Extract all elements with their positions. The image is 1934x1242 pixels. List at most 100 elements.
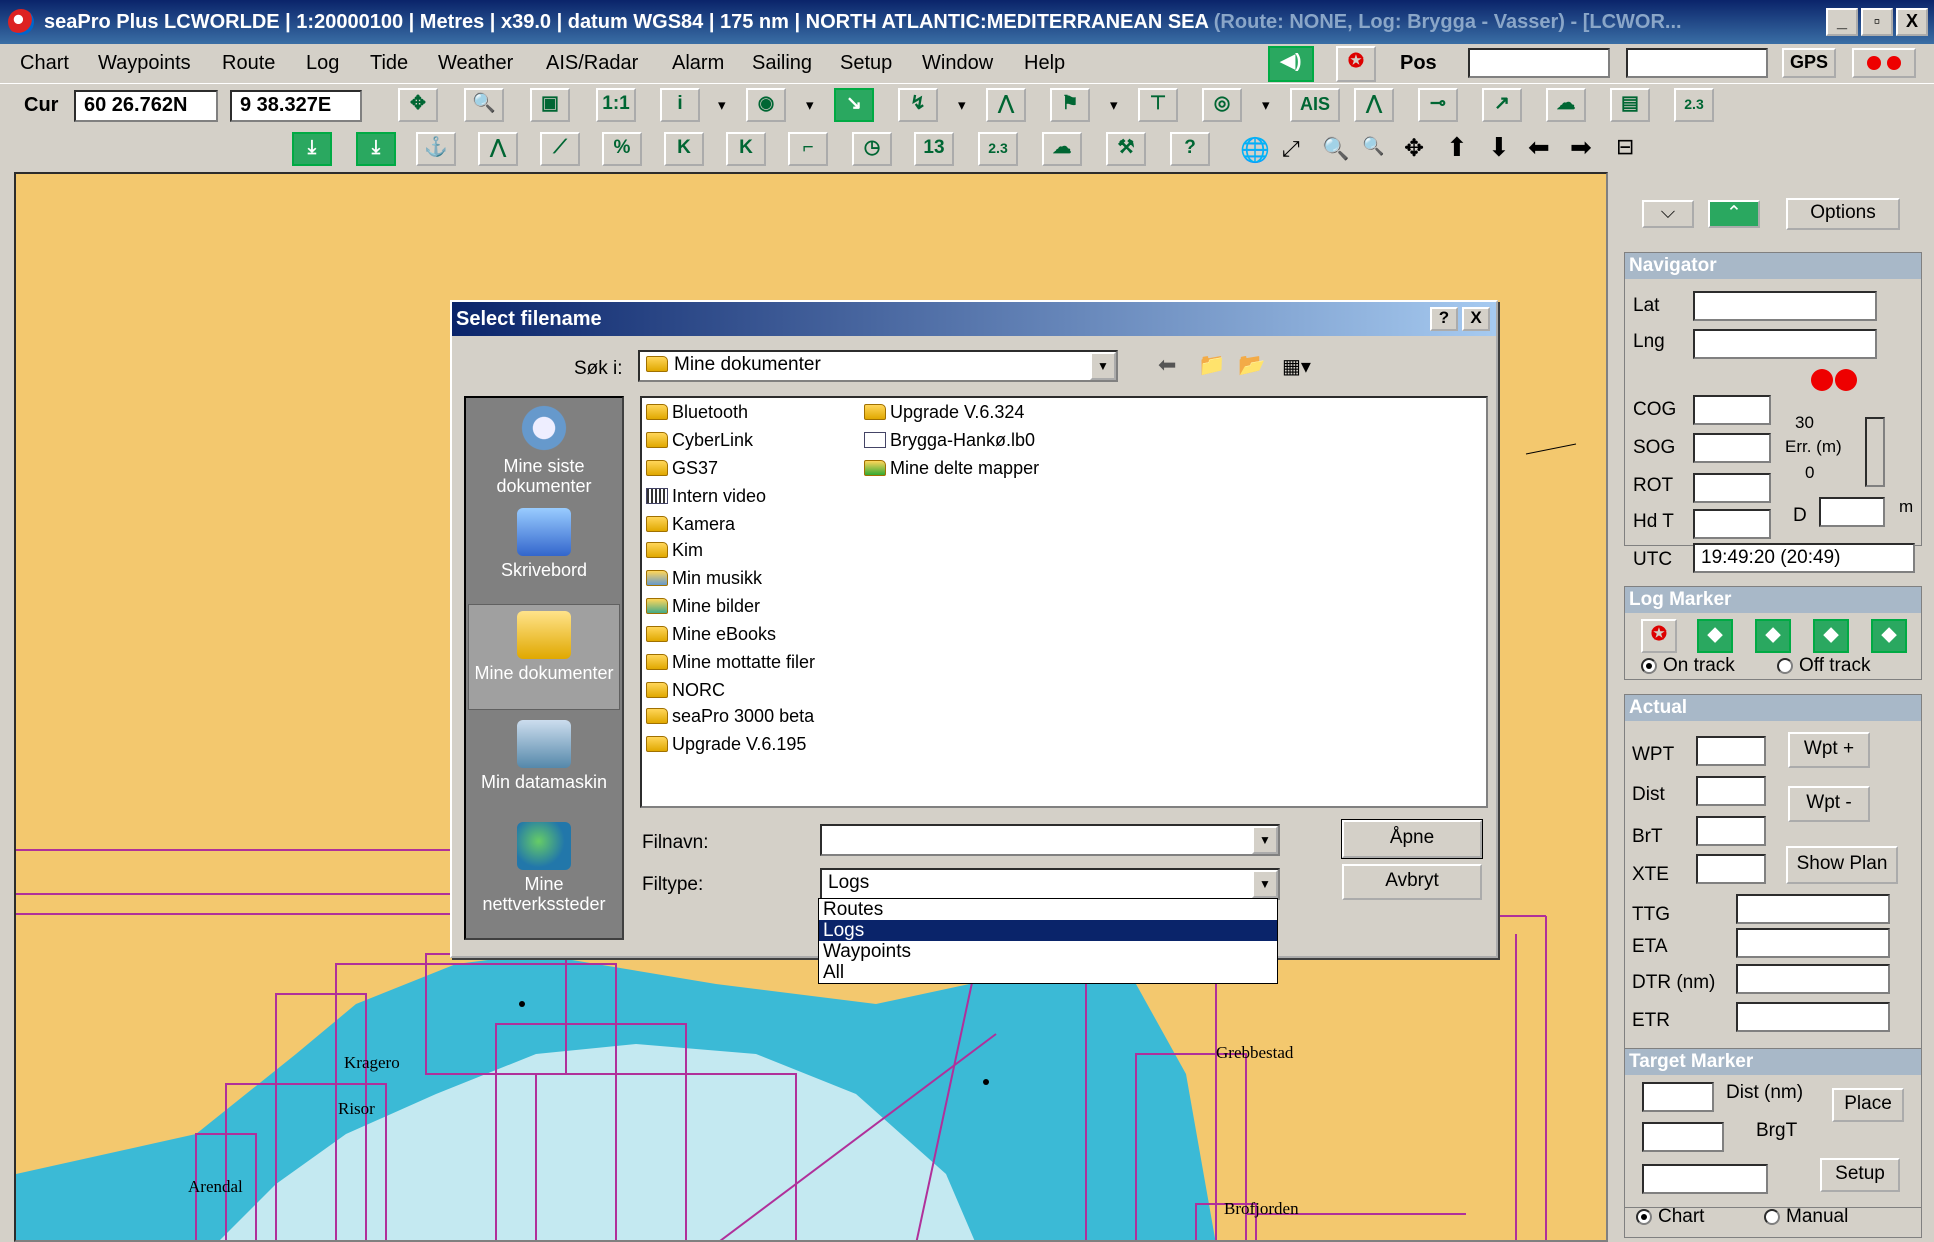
lng-field[interactable] — [1693, 329, 1877, 359]
cancel-button[interactable]: Avbryt — [1342, 864, 1482, 900]
menu-route[interactable]: Route — [222, 52, 275, 75]
place-my-computer[interactable]: Min datamaskin — [468, 720, 620, 792]
maximize-button[interactable]: ▫ — [1861, 8, 1893, 36]
dist-field[interactable] — [1696, 776, 1766, 806]
list-item[interactable]: Mine delte mapper — [864, 456, 1039, 480]
menu-waypoints[interactable]: Waypoints — [98, 52, 191, 75]
pan-icon[interactable]: ✥ — [398, 88, 438, 122]
open-button[interactable]: Åpne — [1341, 819, 1483, 859]
eta-field[interactable] — [1736, 928, 1890, 958]
menu-ais-radar[interactable]: AIS/Radar — [546, 52, 638, 75]
arrow-up-icon[interactable]: ⬆ — [1446, 132, 1468, 163]
menu-chart[interactable]: Chart — [20, 52, 69, 75]
place-my-documents[interactable]: Mine dokumenter — [468, 604, 620, 710]
log-stop-icon[interactable]: ⤓ — [356, 132, 396, 166]
chevron-down-icon[interactable]: ▼ — [1252, 870, 1278, 898]
list-item[interactable]: Min musikk — [646, 566, 762, 590]
new-folder-icon[interactable]: 📂 — [1238, 352, 1265, 378]
look-in-select[interactable]: Mine dokumenter ▼ — [638, 350, 1118, 382]
log-start-icon[interactable]: ⤓ — [292, 132, 332, 166]
list-item[interactable]: Mine eBooks — [646, 622, 776, 646]
menu-weather[interactable]: Weather — [438, 52, 513, 75]
route-edit-icon[interactable]: ⋀ — [1354, 88, 1394, 122]
menu-alarm[interactable]: Alarm — [672, 52, 724, 75]
hdt-field[interactable] — [1693, 509, 1771, 539]
weather-icon[interactable]: ☁ — [1546, 88, 1586, 122]
filename-input[interactable]: ▼ — [820, 824, 1280, 856]
fit-icon[interactable]: ⤢ — [1282, 136, 1300, 162]
view-menu-icon[interactable]: ▦▾ — [1282, 354, 1311, 379]
list-item[interactable]: Mine mottatte filer — [646, 650, 815, 674]
arrow-down-icon[interactable]: ⬇ — [1488, 132, 1510, 163]
chevron-down-icon[interactable]: ▼ — [1090, 352, 1116, 380]
place-button[interactable]: Place — [1832, 1088, 1904, 1122]
lat-field[interactable] — [1693, 291, 1877, 321]
cog-field[interactable] — [1693, 395, 1771, 425]
line-icon[interactable]: ⟋ — [540, 132, 580, 166]
dialog-close-button[interactable]: X — [1462, 307, 1490, 331]
help-icon[interactable]: ? — [1170, 132, 1210, 166]
scale-2-3-button[interactable]: 2.3 — [1674, 88, 1714, 122]
waypoint-icon[interactable]: ⋀ — [478, 132, 518, 166]
k-icon[interactable]: K — [664, 132, 704, 166]
ais-button[interactable]: AIS — [1290, 88, 1340, 122]
list-item[interactable]: Kamera — [646, 512, 735, 536]
setup-button[interactable]: Setup — [1820, 1158, 1900, 1192]
percent-icon[interactable]: % — [602, 132, 642, 166]
cloud-icon[interactable]: ☁ — [1042, 132, 1082, 166]
tool-icon[interactable]: ⚒ — [1106, 132, 1146, 166]
menu-window[interactable]: Window — [922, 52, 993, 75]
pos-lng-field[interactable] — [1626, 48, 1768, 78]
target-dist-field[interactable] — [1642, 1082, 1714, 1112]
chart-select-icon[interactable]: ▣ — [530, 88, 570, 122]
target-setup-field[interactable] — [1642, 1164, 1768, 1194]
show-plan-button[interactable]: Show Plan — [1786, 846, 1898, 884]
track-icon[interactable]: ↘ — [834, 88, 874, 122]
chevron-down-icon[interactable]: ▾ — [806, 96, 814, 114]
marker-yellow-icon[interactable]: ◆ — [1697, 619, 1733, 653]
zoom-out-icon[interactable]: 🔍 — [1362, 136, 1384, 157]
place-desktop[interactable]: Skrivebord — [468, 508, 620, 580]
eye-icon[interactable]: ◉ — [746, 88, 786, 122]
anchor-icon[interactable]: ⚓ — [416, 132, 456, 166]
brt-field[interactable] — [1696, 816, 1766, 846]
file-list[interactable]: Bluetooth CyberLink GS37 Intern video Ka… — [640, 396, 1488, 808]
number-13-button[interactable]: 13 — [914, 132, 954, 166]
up-folder-icon[interactable]: 📁 — [1198, 352, 1225, 378]
target-icon[interactable]: ◎ — [1202, 88, 1242, 122]
filetype-select[interactable]: Logs ▼ — [820, 868, 1280, 900]
menu-setup[interactable]: Setup — [840, 52, 892, 75]
list-item[interactable]: Upgrade V.6.195 — [646, 732, 806, 756]
minimize-button[interactable]: _ — [1826, 8, 1858, 36]
chevron-down-icon[interactable]: ▾ — [1262, 96, 1270, 114]
compass-icon[interactable]: ⋀ — [986, 88, 1026, 122]
ttg-field[interactable] — [1736, 894, 1890, 924]
scale-2-3-button-secondary[interactable]: 2.3 — [978, 132, 1018, 166]
list-item[interactable]: Intern video — [646, 484, 766, 508]
marker-white-icon[interactable]: ◆ — [1813, 619, 1849, 653]
target-brgt-field[interactable] — [1642, 1122, 1724, 1152]
cursor-lng-field[interactable]: 9 38.327E — [230, 90, 362, 122]
clock-icon[interactable]: ◷ — [852, 132, 892, 166]
gps-button[interactable]: GPS — [1782, 48, 1836, 78]
filetype-option-all[interactable]: All — [819, 962, 1277, 983]
arrow-right-icon[interactable]: ➡ — [1570, 132, 1592, 163]
menu-log[interactable]: Log — [306, 52, 339, 75]
zoom-in-icon[interactable]: 🔍 — [1322, 136, 1349, 162]
list-item[interactable]: GS37 — [646, 456, 718, 480]
collapse-icon[interactable]: ⌵ — [1642, 200, 1694, 228]
sog-field[interactable] — [1693, 433, 1771, 463]
list-item[interactable]: NORC — [646, 678, 725, 702]
dtr-field[interactable] — [1736, 964, 1890, 994]
filetype-option-routes[interactable]: Routes — [819, 899, 1277, 920]
menu-tide[interactable]: Tide — [370, 52, 408, 75]
rot-field[interactable] — [1693, 473, 1771, 503]
etr-field[interactable] — [1736, 1002, 1890, 1032]
manual-radio[interactable]: Manual — [1764, 1206, 1848, 1228]
pos-lat-field[interactable] — [1468, 48, 1610, 78]
menu-sailing[interactable]: Sailing — [752, 52, 812, 75]
chevron-down-icon[interactable]: ▾ — [718, 96, 726, 114]
gps-status-button[interactable] — [1852, 48, 1916, 78]
on-track-radio[interactable]: On track — [1641, 655, 1735, 677]
chevron-down-icon[interactable]: ▾ — [958, 96, 966, 114]
